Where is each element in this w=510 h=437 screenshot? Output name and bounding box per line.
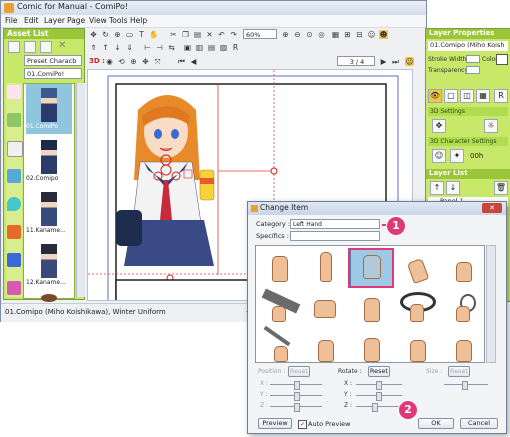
- callout-line-1: [382, 224, 386, 226]
